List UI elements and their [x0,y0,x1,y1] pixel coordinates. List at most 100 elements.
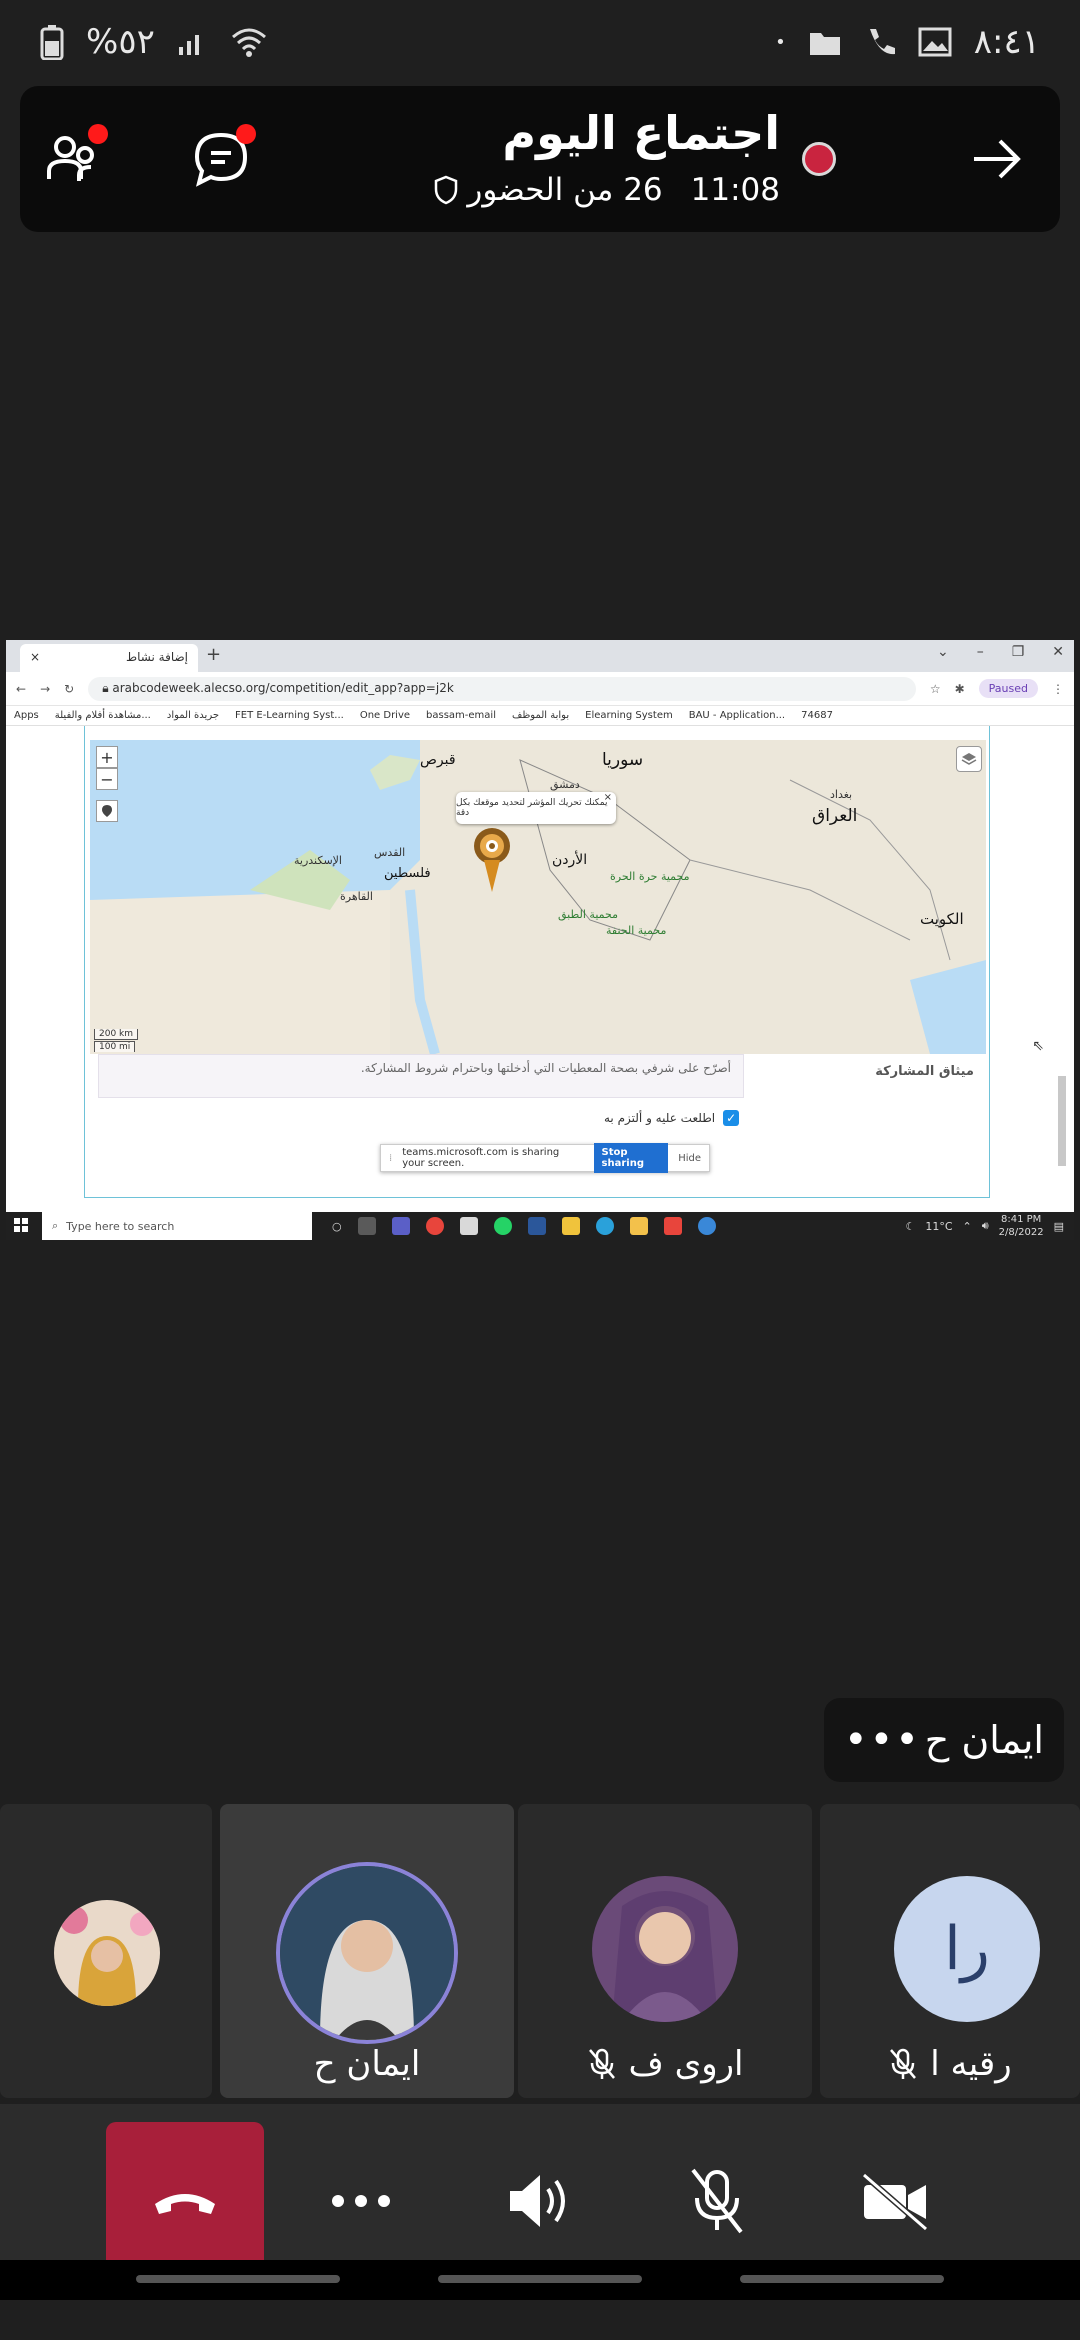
task-view-icon[interactable] [357,1217,376,1235]
stop-sharing-button[interactable]: Stop sharing [593,1143,669,1173]
map-label-jordan: الأردن [552,852,588,868]
hang-up-button[interactable] [106,2122,264,2280]
zoom-out-button[interactable]: − [96,768,118,790]
chat-button[interactable] [186,124,256,194]
folder-icon [808,27,842,57]
locate-button[interactable] [96,800,118,822]
participants-button[interactable] [38,124,108,194]
bookmark-item[interactable]: FET E-Learning Syst... [235,710,344,721]
scrollbar[interactable] [1058,1076,1066,1166]
teams-icon[interactable] [391,1217,410,1235]
close-icon[interactable]: ✕ [1052,644,1064,660]
location-map[interactable]: + − سوريا العراق الأردن فلسطين قبرص الكو… [90,740,986,1054]
more-options-icon[interactable]: ••• [844,1717,921,1763]
agree-label: اطلعت عليه و ألتزم به [604,1111,716,1125]
speaker-button[interactable] [460,2122,618,2280]
active-speaker-card[interactable]: ايمان ح ••• [824,1698,1064,1782]
extensions-icon[interactable]: ✱ [955,682,965,696]
maximize-icon[interactable]: ❐ [1012,644,1025,660]
clock-time: 8:41 PM [1000,1214,1042,1225]
notification-dot-icon: • [775,31,786,53]
layers-button[interactable] [956,746,982,772]
map-marker-icon[interactable] [472,826,512,896]
bookmark-item[interactable]: مشاهدة أفلام والفيلة... [55,710,151,721]
map-label-cyprus: قبرص [420,752,456,768]
windows-start-icon[interactable] [14,1218,28,1235]
whatsapp-icon[interactable] [493,1217,512,1235]
bookmark-item[interactable]: Apps [14,710,39,721]
system-nav-bar [0,2260,1080,2300]
bookmark-item[interactable]: 74687 [801,710,833,721]
map-label-region-1: محمية حرة الحرة [610,870,690,883]
address-bar: ← → ↻ 🔒︎ arabcodeweek.alecso.org/competi… [6,672,1074,706]
charter-text: أصرّح على شرفي بصحة المعطيات التي أدخلته… [98,1054,744,1098]
map-label-palestine: فلسطين [384,866,431,881]
new-tab-icon[interactable]: + [206,644,221,665]
camera-button[interactable] [816,2122,974,2280]
agree-checkbox-row[interactable]: ✓ اطلعت عليه و ألتزم به [604,1110,740,1126]
mute-button[interactable] [638,2122,796,2280]
menu-icon[interactable]: ⋮ [1052,682,1064,696]
browser-tab[interactable]: × إضافة نشاط [20,644,198,672]
telegram-icon[interactable] [595,1217,614,1235]
app-icon[interactable] [459,1217,478,1235]
chrome-icon[interactable] [425,1217,444,1235]
forward-arrow-icon[interactable]: → [40,682,50,696]
drag-handle-icon[interactable]: ⁞ [389,1153,392,1164]
agree-checkbox[interactable]: ✓ [723,1110,740,1126]
windows-taskbar: ⌕ Type here to search ○ ☾ 11°C ⌃ 🔊︎ 8:41… [6,1212,1074,1240]
reload-icon[interactable]: ↻ [64,682,74,696]
zoom-in-button[interactable]: + [96,746,118,768]
cortana-icon[interactable]: ○ [332,1220,342,1233]
explorer-icon[interactable] [629,1217,648,1235]
taskbar-search[interactable]: ⌕ Type here to search [42,1212,312,1240]
map-label-baghdad: بغداد [830,788,853,801]
wifi-icon [229,25,269,59]
bookmark-item[interactable]: bassam-email [426,710,496,721]
participant-tile-1[interactable]: را رقيه ا [820,1804,1080,2098]
tab-title: إضافة نشاط [126,650,188,664]
bookmark-item[interactable]: One Drive [360,710,410,721]
gallery-icon [918,27,952,57]
chrome-active-icon[interactable] [663,1217,682,1235]
word-icon[interactable] [527,1217,546,1235]
map-label-damascus: دمشق [550,778,580,791]
url-text: arabcodeweek.alecso.org/competition/edit… [112,680,454,695]
map-label-syria: سوريا [602,750,644,770]
nav-home-gesture[interactable] [438,2275,642,2283]
url-field[interactable]: 🔒︎ arabcodeweek.alecso.org/competition/e… [88,676,916,701]
notification-center-icon[interactable]: ▤ [1054,1220,1064,1233]
participant-name: رقيه ا [930,2044,1012,2084]
more-actions-button[interactable] [282,2122,440,2280]
volume-tray-icon[interactable]: 🔊︎ [982,1219,989,1233]
system-clock[interactable]: 8:41 PM 2/8/2022 [999,1213,1044,1239]
tray-chevron-icon[interactable]: ⌃ [963,1220,972,1233]
avatar [276,1862,458,2044]
map-label-kuwait: الكويت [920,910,964,928]
location-pin-icon [102,805,112,817]
participant-tile-4[interactable] [0,1804,212,2098]
tab-close-icon[interactable]: × [30,650,40,666]
bookmark-item[interactable]: بوابة الموظف [512,710,569,721]
minimize-icon[interactable]: – [977,644,984,660]
star-icon[interactable]: ☆ [930,682,941,696]
popup-close-icon[interactable]: × [604,792,612,803]
nav-recents-gesture[interactable] [740,2275,944,2283]
nav-back-gesture[interactable] [136,2275,340,2283]
hide-button[interactable]: Hide [678,1153,701,1164]
participant-tile-3[interactable]: ايمان ح [220,1804,514,2098]
chevron-down-icon[interactable]: ⌄ [937,644,949,660]
bookmark-item[interactable]: BAU - Application... [689,710,785,721]
help-icon[interactable] [697,1217,716,1235]
profile-status[interactable]: Paused [978,679,1038,698]
participant-tile-2[interactable]: اروى ف [518,1804,812,2098]
map-label-jerusalem: القدس [374,846,406,859]
bookmark-item[interactable]: Elearning System [585,710,673,721]
search-placeholder: Type here to search [66,1219,175,1233]
store-icon[interactable] [561,1217,580,1235]
back-button[interactable] [962,124,1032,194]
meeting-title: اجتماع اليوم [502,106,780,160]
bookmark-item[interactable]: جريدة المواد [167,710,219,721]
back-arrow-icon[interactable]: ← [16,682,26,696]
recording-indicator [802,142,836,176]
